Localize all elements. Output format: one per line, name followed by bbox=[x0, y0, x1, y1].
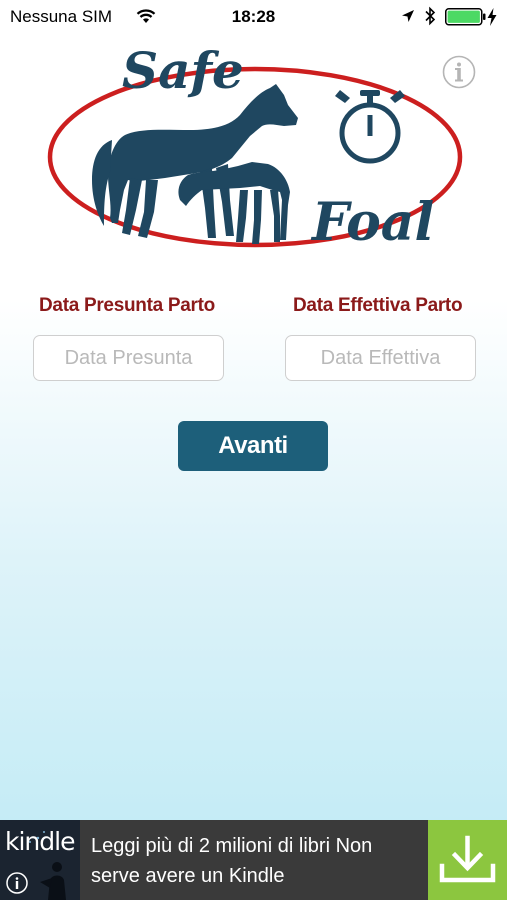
bluetooth-icon bbox=[425, 6, 436, 26]
status-bar: Nessuna SIM 18:28 bbox=[0, 0, 507, 34]
download-button[interactable] bbox=[428, 820, 507, 900]
app-logo: Safe Foal bbox=[47, 41, 463, 253]
data-effettiva-label: Data Effettiva Parto bbox=[293, 295, 463, 316]
ad-banner[interactable]: kindle Leggi più di 2 milioni di libri N… bbox=[0, 820, 507, 900]
logo-safe-text: Safe bbox=[122, 41, 244, 100]
ad-text: Leggi più di 2 milioni di libri Non serv… bbox=[91, 835, 373, 887]
info-icon[interactable] bbox=[6, 872, 28, 894]
avanti-button[interactable]: Avanti bbox=[178, 421, 328, 471]
location-icon bbox=[402, 10, 414, 22]
charging-icon bbox=[487, 8, 497, 26]
info-button[interactable] bbox=[442, 55, 476, 89]
horse-icon bbox=[92, 84, 298, 244]
download-icon bbox=[439, 835, 496, 883]
data-effettiva-input[interactable] bbox=[285, 335, 476, 381]
data-presunta-input[interactable] bbox=[33, 335, 224, 381]
data-presunta-label: Data Presunta Parto bbox=[39, 295, 215, 316]
logo-foal-text: Foal bbox=[310, 192, 434, 253]
stopwatch-icon bbox=[335, 90, 405, 164]
battery-icon bbox=[445, 8, 486, 26]
kindle-logo: kindle bbox=[0, 820, 80, 900]
